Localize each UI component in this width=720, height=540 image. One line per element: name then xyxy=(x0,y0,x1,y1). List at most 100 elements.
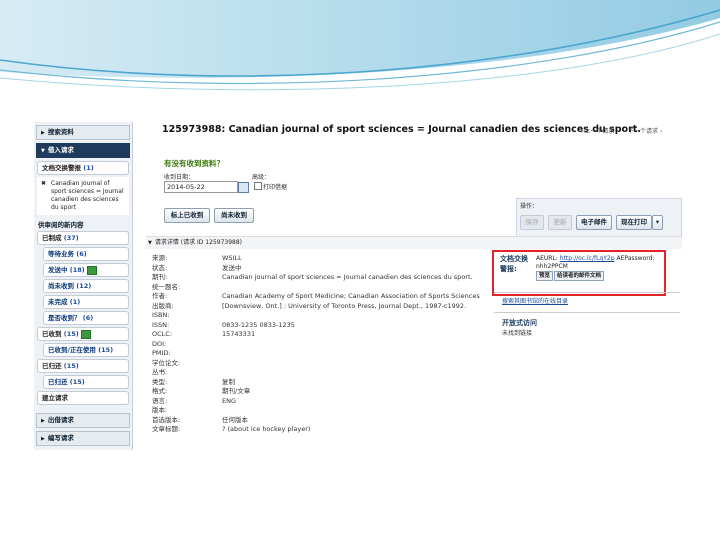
detail-key: 版本: xyxy=(152,406,168,414)
detail-row: 作者: Canadian Academy of Sport Medicine; C… xyxy=(152,292,480,302)
detail-row: 类型: 复制 xyxy=(152,378,480,388)
detail-value: ? (about ice hockey player) xyxy=(222,425,311,433)
request-details-list: 来源: WSILL 状态: 发送中 期刊: Canadian journal of spo… xyxy=(152,254,480,435)
detail-key: 丛书: xyxy=(152,368,168,376)
detail-key: DOI: xyxy=(152,339,167,348)
detail-key: ISBN: xyxy=(152,311,170,319)
mark-received-button[interactable]: 标上已收到 xyxy=(164,208,210,223)
search-catalog-link[interactable]: 搜索其图书馆的在线目录 xyxy=(502,296,568,305)
sidebar-item-is-received[interactable]: 是否收到？ (6) xyxy=(43,311,129,325)
detail-row: 学位论文: xyxy=(152,359,480,369)
detail-row: ISBN: xyxy=(152,311,480,321)
update-button[interactable]: 更新 xyxy=(548,215,572,230)
detail-value: 15743331 xyxy=(222,330,256,338)
detail-key: 来源: xyxy=(152,254,168,262)
detail-key: OCLC: xyxy=(152,330,173,338)
detail-row: 首选版本: 任何版本 xyxy=(152,416,480,426)
detail-row: 出版商: [Downsview, Ont.] : University of To… xyxy=(152,302,480,312)
detail-row: 状态: 发送中 xyxy=(152,264,480,274)
sidebar-item-alert[interactable]: 文档交换警报 (1) xyxy=(37,161,129,175)
detail-row: ISSN: 0833-1235 0833-1235 xyxy=(152,321,480,331)
detail-key: 出版商: xyxy=(152,301,174,310)
preview-button[interactable]: 预览 xyxy=(536,271,554,281)
sidebar-item-not-received[interactable]: 尚未收到 (12) xyxy=(43,279,129,293)
sidebar-lend[interactable]: ▶ 出借请求 xyxy=(36,413,130,428)
detail-value: ENG xyxy=(222,396,237,405)
detail-value: Canadian Academy of Sport Medicine; Cana… xyxy=(222,292,480,300)
detail-value: 0833-1235 0833-1235 xyxy=(222,320,295,329)
sidebar-item-incomplete[interactable]: 未完成 (1) xyxy=(43,295,129,309)
exchange-alert-details: AEURL: http://oc.lc/fLqY2p AEPassword: n… xyxy=(536,255,655,281)
sidebar: ▶ 搜索资料 ▼ 借入请求 文档交换警报 (1) ✖ Canadian journal… xyxy=(34,122,133,450)
aeurl-link[interactable]: http://oc.lc/fLqY2p xyxy=(560,255,615,262)
flag-icon xyxy=(86,265,97,275)
received-question: 有没有收到资料？ xyxy=(164,159,224,168)
email-button[interactable]: 电子邮件 xyxy=(576,215,612,230)
detail-key: PMID: xyxy=(152,349,171,357)
triangle-down-icon: ▼ xyxy=(41,148,45,154)
detail-row: OCLC: 15743331 xyxy=(152,330,480,340)
detail-row: 语言: ENG xyxy=(152,397,480,407)
print-slip-label: 打印借据 xyxy=(263,184,288,191)
open-access-text: 未找到链接 xyxy=(502,330,533,337)
main-panel: 125973988: Canadian journal of sport sci… xyxy=(134,122,686,450)
detail-key: 语言: xyxy=(152,396,168,405)
divider xyxy=(494,312,680,313)
calendar-icon[interactable] xyxy=(238,182,249,193)
sidebar-edit[interactable]: ▶ 编写请求 xyxy=(36,431,130,446)
detail-row: DOI: xyxy=(152,340,480,350)
sidebar-review-label: 供审阅的新内容 xyxy=(38,221,84,229)
sidebar-selected-request[interactable]: ✖ Canadian journal of sport sciences = Jo… xyxy=(37,177,129,215)
sidebar-item-received-in-use[interactable]: 已收到/正在使用 (15) xyxy=(43,343,129,357)
open-access-title: 开放式访问 xyxy=(502,319,537,327)
detail-value: WSILL xyxy=(222,254,242,262)
detail-key: 格式: xyxy=(152,387,168,395)
detail-key: 期刊: xyxy=(152,273,168,281)
close-icon[interactable]: ✖ xyxy=(41,180,46,188)
flag-icon xyxy=(80,329,91,339)
sidebar-item-received[interactable]: 已收到 (15) xyxy=(37,327,129,341)
detail-row: 期刊: Canadian journal of sport sciences = … xyxy=(152,273,480,283)
triangle-right-icon: ▶ xyxy=(41,436,45,442)
worldshare-screenshot: ▶ 搜索资料 ▼ 借入请求 文档交换警报 (1) ✖ Canadian journal… xyxy=(34,122,686,450)
operations-label: 操作： xyxy=(520,203,539,210)
detail-key: 类型: xyxy=(152,377,168,386)
triangle-down-icon: ▼ xyxy=(148,240,152,246)
sidebar-search[interactable]: ▶ 搜索资料 xyxy=(36,125,130,140)
detail-row: 格式: 期刊/文章 xyxy=(152,387,480,397)
received-date-input[interactable]: 2014-05-22 xyxy=(164,181,238,193)
detail-row: 丛书: xyxy=(152,368,480,378)
divider xyxy=(494,292,680,293)
request-title: 125973988: Canadian journal of sport sci… xyxy=(162,124,641,135)
sidebar-item-waiting[interactable]: 等待业务 (6) xyxy=(43,247,129,261)
sidebar-borrow[interactable]: ▼ 借入请求 xyxy=(36,143,130,158)
detail-row: 版本: xyxy=(152,406,480,416)
detail-row: 来源: WSILL xyxy=(152,254,480,264)
detail-value: [Downsview, Ont.] : University of Toront… xyxy=(222,301,467,310)
print-now-button[interactable]: 现在打印 xyxy=(616,215,652,230)
next-request-link[interactable]: 下一个请求 › xyxy=(628,126,662,135)
detail-row: PMID: xyxy=(152,349,480,359)
triangle-right-icon: ▶ xyxy=(41,418,45,424)
sidebar-item-created[interactable]: 已制成 (37) xyxy=(37,231,129,245)
sidebar-item-returned[interactable]: 已归还 (15) xyxy=(37,359,129,373)
triangle-right-icon: ▶ xyxy=(41,130,45,136)
sidebar-item-returned-sub[interactable]: 已归还 (15) xyxy=(43,375,129,389)
send-doc-button[interactable]: 给读者的邮件文档 xyxy=(554,271,605,281)
sidebar-item-sending[interactable]: 发送中 (18) xyxy=(43,263,129,277)
detail-row: 文章标题: ? (about ice hockey player) xyxy=(152,425,480,435)
not-received-button[interactable]: 尚未收到 xyxy=(214,208,254,223)
date-label: 收到日期： xyxy=(164,174,195,181)
detail-value: 任何版本 xyxy=(222,415,248,424)
request-details-header[interactable]: ▼ 请求详情 (请求 ID 125973988) xyxy=(146,236,682,249)
detail-key: 状态: xyxy=(152,263,168,272)
print-options-chevron-down-icon[interactable]: ▾ xyxy=(652,215,663,230)
prev-request-link[interactable]: ‹ 上一个请求 xyxy=(580,126,614,135)
detail-value: 发送中 xyxy=(222,263,242,272)
sidebar-item-create-request[interactable]: 建立请求 xyxy=(37,391,129,405)
detail-key: 文章标题: xyxy=(152,425,181,433)
detail-key: 首选版本: xyxy=(152,415,181,424)
detail-value: 复制 xyxy=(222,377,235,386)
save-button[interactable]: 保存 xyxy=(520,215,544,230)
print-slip-checkbox[interactable] xyxy=(254,182,262,190)
